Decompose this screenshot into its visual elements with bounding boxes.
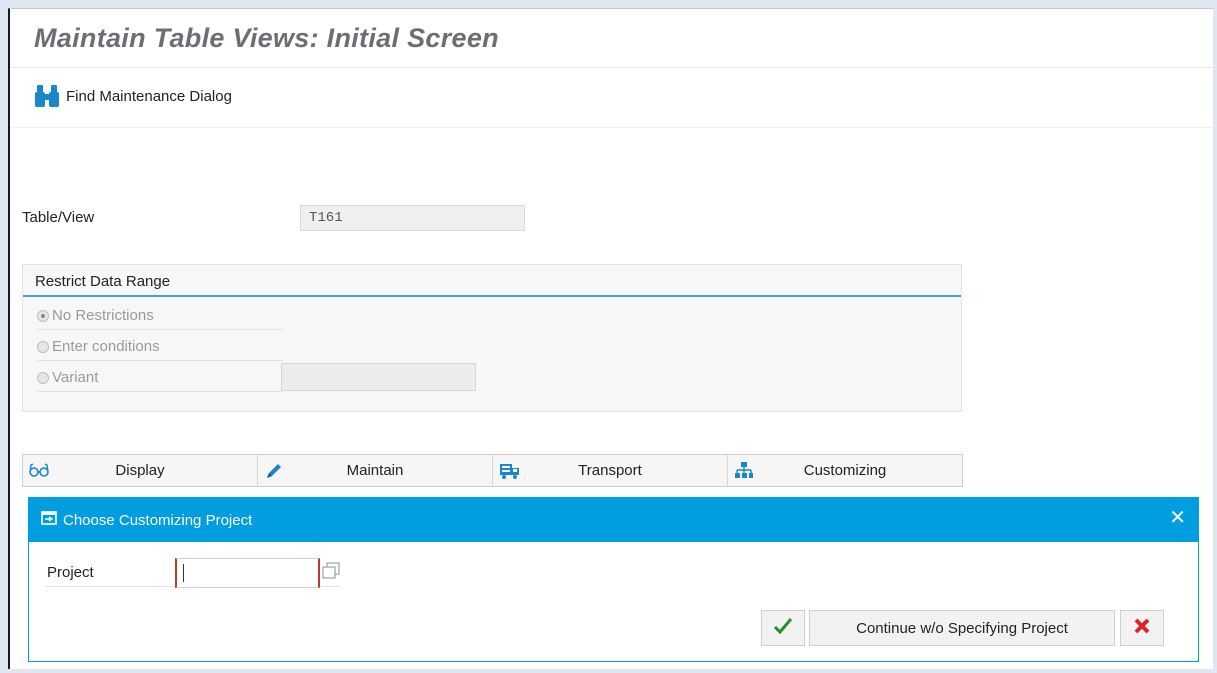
display-button-label: Display <box>115 462 165 479</box>
variant-input[interactable] <box>281 363 476 391</box>
customizing-button[interactable]: Customizing <box>728 455 962 486</box>
project-label: Project <box>47 564 94 581</box>
binoculars-icon <box>34 83 60 109</box>
find-maintenance-dialog-button[interactable]: Find Maintenance Dialog <box>34 79 232 113</box>
action-button-bar: Display Maintain Transport Customizing <box>22 454 963 487</box>
radio-variant-label: Variant <box>52 369 99 386</box>
customizing-button-label: Customizing <box>803 462 887 479</box>
display-button[interactable]: Display <box>23 455 258 486</box>
restrict-data-range-group: Restrict Data Range No Restrictions Ente… <box>22 264 962 412</box>
continue-without-project-button[interactable]: Continue w/o Specifying Project <box>809 610 1115 646</box>
restrict-data-range-title: Restrict Data Range <box>35 273 171 290</box>
continue-without-project-label: Continue w/o Specifying Project <box>856 619 1068 637</box>
cancel-x-icon <box>1133 617 1151 639</box>
project-input[interactable] <box>175 558 320 588</box>
table-view-input[interactable]: T161 <box>300 205 525 231</box>
truck-icon <box>499 461 521 485</box>
radio-enter-conditions[interactable]: Enter conditions <box>37 338 160 355</box>
transport-button[interactable]: Transport <box>493 455 728 486</box>
confirm-button[interactable] <box>761 610 805 646</box>
choose-customizing-project-dialog: Choose Customizing Project ✕ Project Con… <box>28 497 1199 662</box>
maintain-button[interactable]: Maintain <box>258 455 493 486</box>
close-icon[interactable]: ✕ <box>1169 508 1186 528</box>
dialog-header: Choose Customizing Project ✕ <box>29 498 1198 542</box>
row-divider <box>37 360 283 361</box>
radio-no-restrictions-label: No Restrictions <box>52 307 154 324</box>
value-help-icon[interactable] <box>322 562 340 580</box>
radio-unselected-icon <box>37 371 49 384</box>
page-title: Maintain Table Views: Initial Screen <box>34 23 499 53</box>
maintain-button-label: Maintain <box>346 462 404 479</box>
transport-button-label: Transport <box>578 462 642 479</box>
radio-enter-conditions-label: Enter conditions <box>52 338 160 355</box>
pencil-icon <box>264 461 284 485</box>
row-divider <box>37 391 283 392</box>
radio-unselected-icon <box>37 340 49 353</box>
checkmark-icon <box>773 617 793 639</box>
group-title-underline <box>23 295 961 297</box>
dialog-title: Choose Customizing Project <box>63 511 253 529</box>
radio-variant[interactable]: Variant <box>37 369 98 386</box>
glasses-icon <box>29 461 49 483</box>
title-divider <box>10 67 1213 68</box>
find-maintenance-dialog-label: Find Maintenance Dialog <box>66 87 232 105</box>
hierarchy-icon <box>734 461 754 485</box>
table-view-label: Table/View <box>22 209 95 226</box>
row-divider <box>37 329 283 330</box>
dialog-window-icon <box>41 511 57 529</box>
text-cursor <box>183 564 184 582</box>
radio-no-restrictions[interactable]: No Restrictions <box>37 307 154 324</box>
radio-selected-icon <box>37 309 49 322</box>
toolbar-divider <box>10 127 1213 128</box>
cancel-button[interactable] <box>1120 610 1164 646</box>
